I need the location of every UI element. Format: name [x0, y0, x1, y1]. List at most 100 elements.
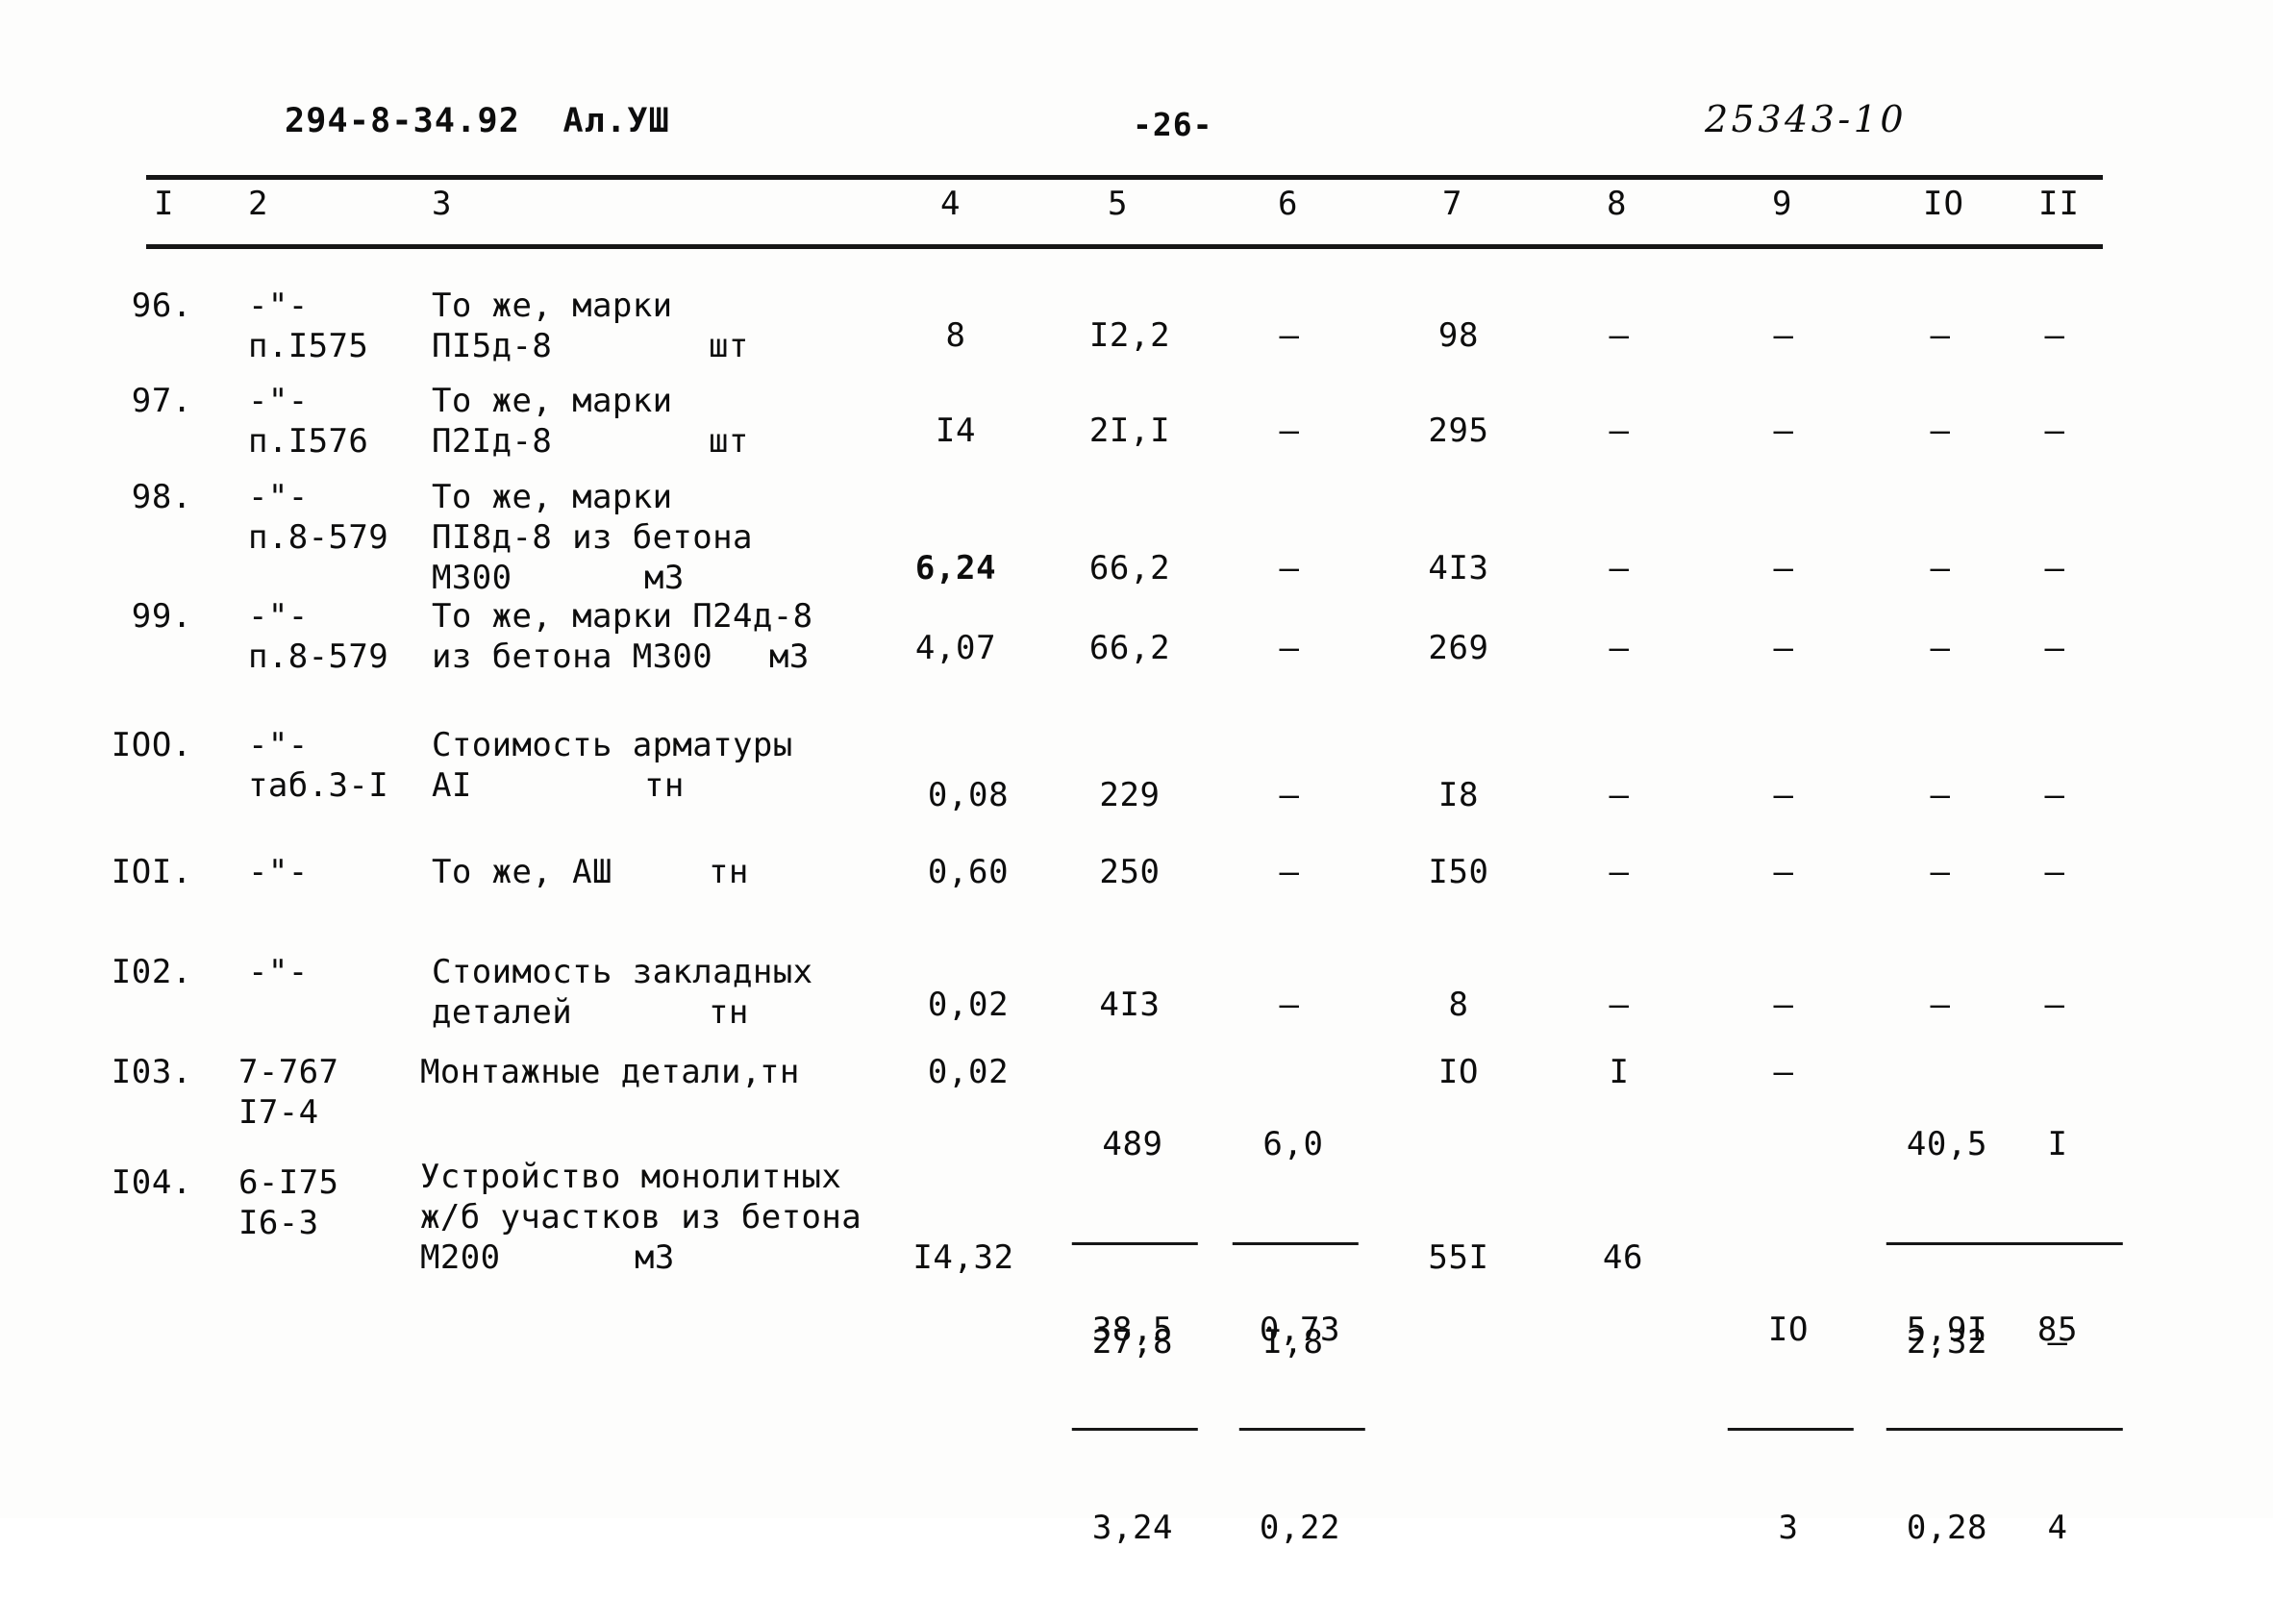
row-code-line: п.I575: [248, 327, 369, 365]
cell-col8: –: [1609, 412, 1630, 450]
fraction-denominator: 4: [2047, 1509, 2068, 1547]
row-description-line: Стоимость арматуры: [432, 726, 793, 764]
row-code-line: 6-I75: [238, 1163, 339, 1202]
cell-col8: –: [1609, 549, 1630, 587]
cell-col6: –: [1279, 629, 1300, 667]
cell-col10: –: [1930, 986, 1951, 1024]
cell-col8: –: [1609, 853, 1630, 891]
cell-col11: –: [2044, 412, 2065, 450]
fraction-numerator: 5,9I: [1906, 1311, 1988, 1349]
row-description-line: То же, марки: [432, 287, 673, 325]
column-header-3: 3: [432, 185, 453, 223]
row-unit: шт: [709, 327, 749, 365]
row-code-line: п.8-579: [248, 518, 389, 557]
row-description-line: ж/б участков из бетона: [420, 1198, 862, 1237]
cell-col5: 4I3: [1099, 986, 1161, 1024]
table-row: 98.: [131, 478, 192, 516]
cell-col9-fraction: IO 3: [1727, 1234, 1855, 1624]
row-description-line: То же, марки П24д-8: [432, 597, 813, 636]
row-unit: тн: [644, 766, 685, 805]
cell-col10: –: [1930, 776, 1951, 814]
cell-col4: I4: [935, 412, 977, 450]
table-header-rule: [146, 244, 2103, 249]
fraction-numerator: 40,5: [1906, 1125, 1988, 1163]
column-header-2: 2: [248, 185, 269, 223]
cell-col8: I: [1609, 1053, 1630, 1091]
row-code-line: -"-: [248, 287, 309, 325]
table-row: 99.: [131, 597, 192, 636]
cell-col8: –: [1609, 776, 1630, 814]
column-header-4: 4: [940, 185, 962, 223]
cell-col7: 8: [1448, 986, 1469, 1024]
table-row: I04.: [111, 1163, 192, 1202]
cell-col4: 6,24: [914, 549, 997, 587]
table-row: IOI.: [111, 853, 192, 891]
column-header-6: 6: [1278, 185, 1299, 223]
row-description-line: ПI8д-8 из бетона: [432, 518, 753, 557]
row-code-line: п.I576: [248, 422, 369, 461]
cell-col5: 229: [1099, 776, 1161, 814]
cell-col9: –: [1773, 412, 1794, 450]
cell-col4: I4,32: [912, 1238, 1014, 1277]
cell-col5-fraction: 38,5 3,24: [1071, 1234, 1199, 1624]
fraction-bar: [1727, 1428, 1855, 1431]
cell-col10: –: [1930, 412, 1951, 450]
cell-col8: –: [1609, 986, 1630, 1024]
cell-col5: 2I,I: [1088, 412, 1171, 450]
fraction-numerator: 85: [2036, 1311, 2079, 1349]
column-header-8: 8: [1607, 185, 1628, 223]
document-code: 294-8-34.92 Ал.УШ: [285, 102, 670, 140]
cell-col9: –: [1773, 1053, 1794, 1091]
column-header-11: II: [2038, 185, 2080, 223]
row-unit: тн: [709, 993, 749, 1032]
row-code-line: таб.3-I: [248, 766, 389, 805]
cell-col11: –: [2044, 853, 2065, 891]
row-unit: м3: [635, 1238, 675, 1277]
cell-col7: IO: [1437, 1053, 1480, 1091]
fraction-bar: [1238, 1428, 1366, 1431]
cell-col7: 295: [1428, 412, 1489, 450]
row-unit: тн: [709, 853, 749, 891]
cell-col11: –: [2044, 316, 2065, 355]
fraction-denominator: 0,22: [1259, 1509, 1341, 1547]
cell-col6: –: [1279, 776, 1300, 814]
page-number: -26-: [1133, 106, 1213, 143]
fraction-numerator: 6,0: [1262, 1125, 1324, 1163]
cell-col4: 0,60: [927, 853, 1010, 891]
fraction-bar: [1886, 1428, 2013, 1431]
table-row: I02.: [111, 953, 192, 991]
row-description-line: ПI5д-8: [432, 327, 553, 365]
column-header-9: 9: [1772, 185, 1793, 223]
table-row: I03.: [111, 1053, 192, 1091]
cell-col6: –: [1279, 853, 1300, 891]
cell-col7: 4I3: [1428, 549, 1489, 587]
row-description-line: То же, марки: [432, 478, 673, 516]
document-number: 25343-10: [1705, 98, 1908, 140]
table-row: IOO.: [111, 726, 192, 764]
fraction-numerator: 0,73: [1259, 1311, 1341, 1349]
cell-col11: –: [2044, 986, 2065, 1024]
cell-col5: I2,2: [1088, 316, 1171, 355]
cell-col4: 8: [945, 316, 966, 355]
cell-col4: 0,02: [927, 986, 1010, 1024]
row-description-line: То же, марки: [432, 382, 673, 420]
fraction-bar: [1996, 1428, 2124, 1431]
cell-col9: –: [1773, 316, 1794, 355]
cell-col11: –: [2044, 549, 2065, 587]
cell-col6: –: [1279, 986, 1300, 1024]
row-code-line: -"-: [248, 597, 309, 636]
cell-col10: –: [1930, 853, 1951, 891]
cell-col5: 66,2: [1088, 549, 1171, 587]
fraction-numerator: I: [2047, 1125, 2068, 1163]
document-page: 294-8-34.92 Ал.УШ -26- 25343-10 I 2 3 4 …: [0, 0, 2273, 1547]
row-code-line: -"-: [248, 953, 309, 991]
cell-col7: 98: [1437, 316, 1480, 355]
cell-col7: 55I: [1428, 1238, 1489, 1277]
cell-col4: 0,02: [927, 1053, 1010, 1091]
fraction-numerator: 38,5: [1091, 1311, 1174, 1349]
cell-col11: –: [2044, 629, 2065, 667]
row-description-line: деталей: [432, 993, 573, 1032]
cell-col10: –: [1930, 549, 1951, 587]
fraction-numerator: IO: [1767, 1311, 1810, 1349]
row-unit: м3: [644, 559, 685, 597]
